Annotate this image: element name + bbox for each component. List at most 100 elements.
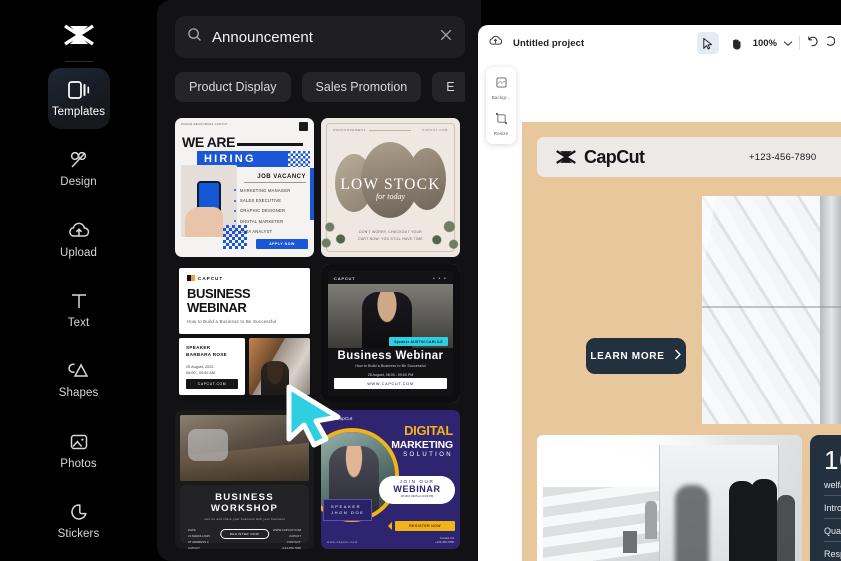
list-item: GRAPHIC DESIGNER [234,208,308,213]
template-subtitle: How to Build a Business to Be Successful [355,364,426,368]
contact-block: Contact US +123-456-7890 [435,536,454,546]
brand-mark-icon [187,275,195,281]
template-grid: HUMAN RESOURCES CAPCUT WE ARE HIRING JOB… [175,118,460,549]
sidebar-item-templates[interactable]: Templates [47,68,110,129]
sidebar-item-text[interactable]: Text [48,279,110,339]
template-url-bar: WWW.CAPCUT.COM [334,378,447,389]
project-name[interactable]: Untitled project [513,38,584,49]
resize-icon [495,111,507,129]
undo-icon[interactable] [806,34,819,52]
sidebar-item-upload[interactable]: Upload [48,209,110,269]
editor-stage: Backgr... Resize CapCut +123-456-7890 LE… [478,61,841,561]
template-card-business-webinar-dark[interactable]: CAPCUT • • • Speaker AUSTIN CARLILE Busi… [321,264,460,403]
template-subtitle: How to Build a Business to Be Successful [187,319,277,325]
template-card-business-webinar-light[interactable]: CAPCUT BUSINESS WEBINAR How to Build a B… [175,264,314,403]
chip-product-display[interactable]: Product Display [175,72,291,102]
search-icon [187,27,202,47]
sidebar-item-stickers[interactable]: Stickers [48,491,110,551]
eyebrow-rule [369,130,411,131]
section-rule [244,182,306,183]
capcut-logo-icon[interactable] [56,18,102,51]
sidebar-item-label: Shapes [58,387,99,400]
chip-event[interactable]: E [432,72,465,102]
webinar-pill: JOIN OUR WEBINAR 18 MAY 2025 at 10.00 PM [379,476,455,504]
date-time-block: 25 August, 2025 08:00 - 09:00 AM [186,364,238,376]
title-line-1: DIGITAL [404,423,453,438]
workshop-info-panel: BUSINESS WORKSHOP Join us and share your… [180,485,309,549]
list-item: MARKETING MANAGER [234,188,308,193]
template-card-business-workshop[interactable]: BUSINESS WORKSHOP Join us and share your… [175,410,314,549]
card-line: Introdu [824,496,841,519]
cta-label: CAPCUT.COM [197,382,227,386]
canvas-image-architecture[interactable] [702,196,841,424]
template-title-line1: WE ARE [182,134,236,150]
speaker-photo [249,338,310,395]
sidebar-item-label: Stickers [57,528,100,541]
photos-image-icon [69,431,89,453]
close-x-icon[interactable] [439,28,453,47]
image-person [675,485,709,561]
design-icon [68,149,90,171]
canvas-info-card[interactable]: 16+ welfar Introdu Qualific Respon [810,435,841,561]
background-label: Backgr... [491,95,511,100]
image-column [820,196,841,424]
template-card-digital-marketing[interactable]: CapCut DIGITAL MARKETING SOLUTION JOIN O… [321,410,460,549]
editor-tools: 100% [696,32,836,54]
zoom-level[interactable]: 100% [753,38,777,49]
resize-button[interactable]: Resize [486,108,516,139]
toolbar-divider [799,36,800,50]
template-title-line2: HIRING [204,153,256,165]
contact-line-2: +123-456-7890 [434,540,454,545]
caption-line-2: CART NOW, YOU STILL HAVE TIME [358,236,423,241]
brand-name: CAPCUT [334,276,356,281]
sidebar-item-label: Upload [59,246,98,259]
canvas-brand-name: CapCut [584,146,645,167]
brand-row: CapCut [328,416,353,421]
hand-tool[interactable] [725,32,747,54]
more-dots-icon: • • • [432,276,447,282]
design-canvas[interactable]: CapCut +123-456-7890 12 LEARN MORE [522,122,841,561]
cta-label: APPLY NOW [269,242,295,246]
capcut-logo-icon [556,150,576,164]
templates-panel: Announcement Product Display Sales Promo… [157,0,481,561]
pill-line-3: 18 MAY 2025 at 10.00 PM [400,494,434,498]
checker-pattern [288,151,310,167]
brand-row: CAPCUT [187,275,302,281]
arrow-marker-icon [384,522,392,530]
chevron-right-icon [674,347,682,365]
chip-sales-promotion[interactable]: Sales Promotion [301,72,422,102]
template-cta: REGISTER NOW [395,521,455,531]
detail-line: CAPCUT [188,546,200,549]
shapes-icon [67,360,90,382]
search-input[interactable]: Announcement [175,16,465,58]
chevron-down-icon[interactable] [783,34,793,52]
text-t-icon [69,290,89,312]
canvas-image-lobby[interactable] [537,435,802,561]
template-card-low-stock[interactable]: ANNOUNCEMENT CAPCUT.COM LOW STOCK for to… [321,118,460,257]
detail-line: +123-456-7890 [281,546,301,549]
detail-column-right: WWW.CAPCUT.COM CAPCUT CONTACT: +123-456-… [273,527,301,549]
left-sidebar: Templates Design Upload Text Shapes Phot… [0,0,157,561]
sidebar-item-photos[interactable]: Photos [48,420,110,480]
canvas-header-bar[interactable]: CapCut +123-456-7890 12 [537,137,841,177]
cursor-tool[interactable] [696,32,719,54]
sidebar-item-shapes[interactable]: Shapes [48,350,110,410]
pill-line-2: WEBINAR [393,484,441,494]
filter-chips: Product Display Sales Promotion E [175,72,465,102]
editor-topbar: Untitled project 100% [478,25,841,61]
sidebar-item-design[interactable]: Design [48,139,110,199]
brand-name: CAPCUT [198,275,224,281]
editor-window: Untitled project 100% Backgr... Resize C… [478,25,841,561]
speaker-badge: Speaker AUSTIN CARLILE [389,337,448,346]
thumb-header: CAPCUT BUSINESS WEBINAR How to Build a B… [179,268,310,334]
learn-more-button[interactable]: LEARN MORE [586,338,686,374]
capcut-logo-icon [328,416,334,421]
card-heading: 16+ [824,445,841,475]
redo-icon[interactable] [825,34,836,52]
accent-bar [310,168,314,220]
template-cta: CAPCUT.COM [186,379,238,389]
background-button[interactable]: Backgr... [486,72,516,103]
template-url: www.capcut.com [327,540,358,544]
template-card-we-are-hiring[interactable]: HUMAN RESOURCES CAPCUT WE ARE HIRING JOB… [175,118,314,257]
event-time: 08:00 - 09:00 AM [186,370,215,375]
